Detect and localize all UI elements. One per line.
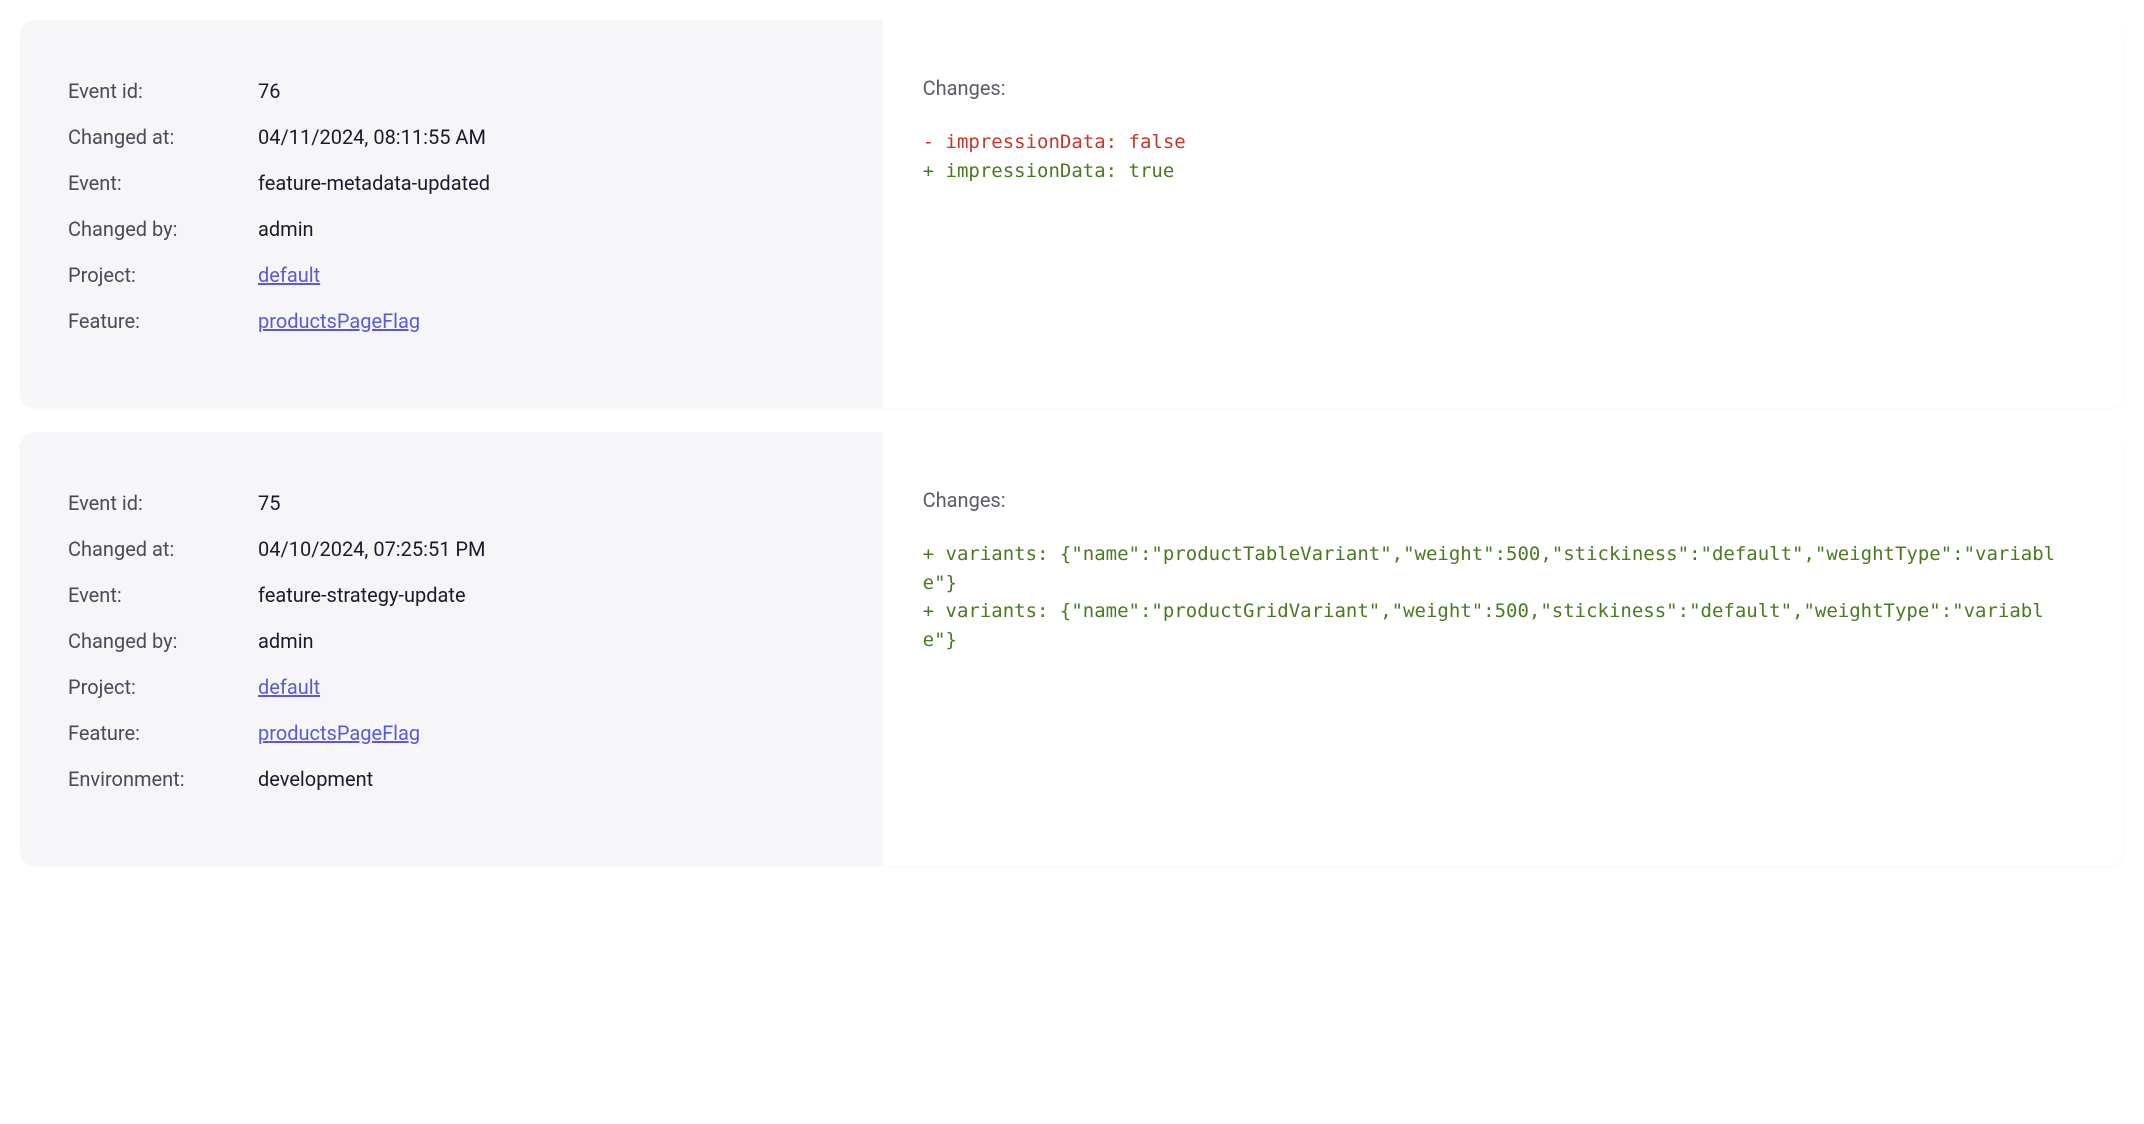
label-event-id: Event id: — [68, 488, 258, 518]
link-project[interactable]: default — [258, 260, 320, 290]
event-details-panel: Event id: 76 Changed at: 04/11/2024, 08:… — [20, 20, 883, 408]
value-changed-by: admin — [258, 214, 314, 244]
label-changed-by: Changed by: — [68, 626, 258, 656]
event-changes-panel: Changes: - impressionData: false + impre… — [883, 20, 2124, 408]
event-changes-panel: Changes: + variants: {"name":"productTab… — [883, 432, 2124, 866]
label-feature: Feature: — [68, 306, 258, 336]
label-changed-at: Changed at: — [68, 534, 258, 564]
value-event: feature-metadata-updated — [258, 168, 490, 198]
detail-row-event-id: Event id: 76 — [68, 76, 835, 106]
event-card: Event id: 76 Changed at: 04/11/2024, 08:… — [20, 20, 2124, 408]
value-event: feature-strategy-update — [258, 580, 466, 610]
detail-row-changed-at: Changed at: 04/10/2024, 07:25:51 PM — [68, 534, 835, 564]
diff-block: + variants: {"name":"productTableVariant… — [923, 540, 2076, 654]
label-changed-by: Changed by: — [68, 214, 258, 244]
detail-row-changed-by: Changed by: admin — [68, 214, 835, 244]
diff-block: - impressionData: false + impressionData… — [923, 128, 2076, 185]
label-changes: Changes: — [923, 488, 2076, 512]
label-event-id: Event id: — [68, 76, 258, 106]
link-feature[interactable]: productsPageFlag — [258, 718, 420, 748]
detail-row-environment: Environment: development — [68, 764, 835, 794]
detail-row-feature: Feature: productsPageFlag — [68, 306, 835, 336]
link-project[interactable]: default — [258, 672, 320, 702]
diff-line-remove: - impressionData: false — [923, 128, 2076, 157]
link-feature[interactable]: productsPageFlag — [258, 306, 420, 336]
diff-line-add: + impressionData: true — [923, 157, 2076, 186]
value-environment: development — [258, 764, 373, 794]
event-card: Event id: 75 Changed at: 04/10/2024, 07:… — [20, 432, 2124, 866]
label-event: Event: — [68, 168, 258, 198]
detail-row-event-id: Event id: 75 — [68, 488, 835, 518]
label-changes: Changes: — [923, 76, 2076, 100]
label-project: Project: — [68, 260, 258, 290]
detail-row-event: Event: feature-strategy-update — [68, 580, 835, 610]
label-project: Project: — [68, 672, 258, 702]
diff-line-add: + variants: {"name":"productTableVariant… — [923, 540, 2076, 597]
value-changed-at: 04/11/2024, 08:11:55 AM — [258, 122, 486, 152]
detail-row-event: Event: feature-metadata-updated — [68, 168, 835, 198]
detail-row-feature: Feature: productsPageFlag — [68, 718, 835, 748]
value-changed-by: admin — [258, 626, 314, 656]
label-feature: Feature: — [68, 718, 258, 748]
detail-row-changed-by: Changed by: admin — [68, 626, 835, 656]
detail-row-project: Project: default — [68, 260, 835, 290]
label-changed-at: Changed at: — [68, 122, 258, 152]
detail-row-changed-at: Changed at: 04/11/2024, 08:11:55 AM — [68, 122, 835, 152]
label-event: Event: — [68, 580, 258, 610]
diff-line-add: + variants: {"name":"productGridVariant"… — [923, 597, 2076, 654]
value-event-id: 75 — [258, 488, 280, 518]
event-details-panel: Event id: 75 Changed at: 04/10/2024, 07:… — [20, 432, 883, 866]
value-event-id: 76 — [258, 76, 280, 106]
value-changed-at: 04/10/2024, 07:25:51 PM — [258, 534, 486, 564]
label-environment: Environment: — [68, 764, 258, 794]
detail-row-project: Project: default — [68, 672, 835, 702]
